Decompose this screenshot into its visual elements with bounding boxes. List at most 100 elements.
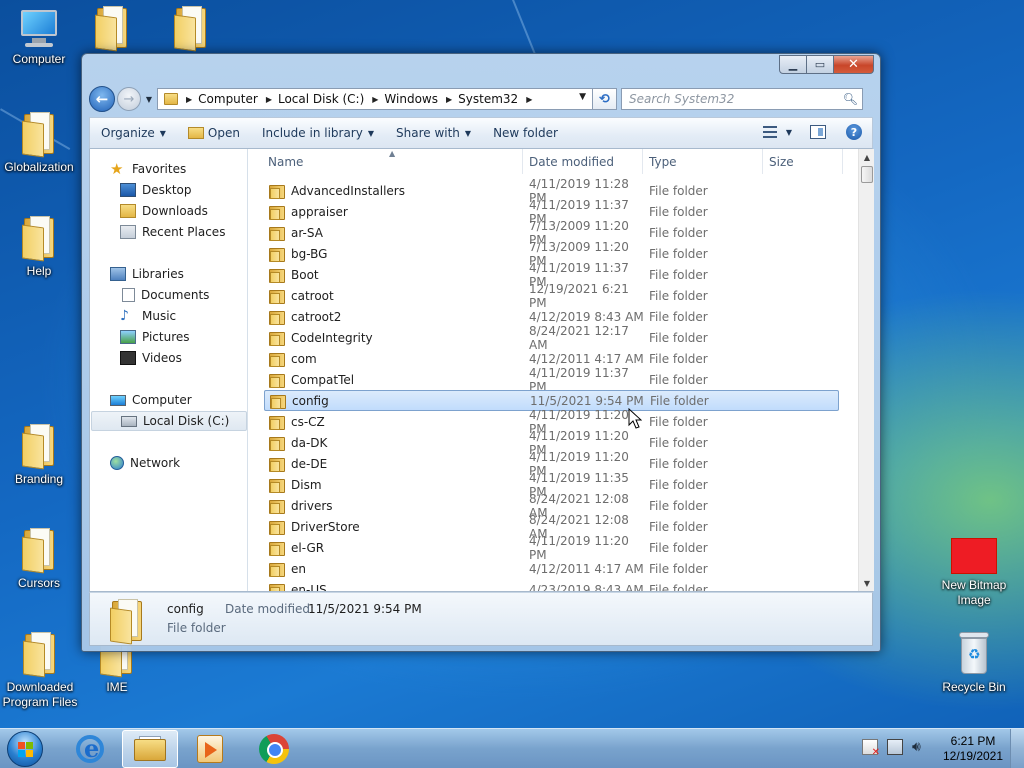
media-player-icon [197, 735, 223, 763]
include-in-library-button[interactable]: Include in library ▼ [262, 126, 374, 140]
desktop-icon-folder-1[interactable] [73, 6, 151, 54]
file-row[interactable]: el-GR 4/11/2019 11:20 PM File folder [264, 534, 839, 562]
recent-pages-dropdown[interactable]: ▼ [143, 95, 155, 104]
nav-local-disk[interactable]: Local Disk (C:) [91, 411, 247, 431]
chevron-right-icon: ▶ [526, 94, 533, 104]
back-button[interactable]: ← [89, 86, 115, 112]
breadcrumb-system32[interactable]: System32 ▶ [458, 92, 538, 106]
share-with-button[interactable]: Share with ▼ [396, 126, 471, 140]
breadcrumb-root[interactable]: ▶ [184, 95, 198, 104]
folder-icon [23, 632, 57, 678]
nav-network[interactable]: Network [90, 453, 248, 473]
taskbar-windows-explorer[interactable] [122, 730, 178, 768]
organize-button[interactable]: Organize ▼ [101, 126, 166, 140]
nav-desktop[interactable]: Desktop [90, 180, 248, 200]
breadcrumb-computer[interactable]: Computer ▶ [198, 92, 278, 106]
refresh-button[interactable]: ⟲ [593, 88, 617, 110]
vertical-scrollbar[interactable]: ▲ ▼ [858, 149, 874, 591]
file-type: File folder [649, 498, 708, 513]
column-header-size[interactable]: Size [763, 149, 843, 174]
desktop-icon-computer[interactable]: Computer [0, 8, 78, 67]
taskbar-chrome[interactable] [246, 730, 302, 768]
column-header-name[interactable]: Name ▲ [249, 149, 523, 174]
file-type: File folder [649, 435, 708, 450]
music-icon: ♪ [120, 308, 129, 324]
desktop-icon-recycle-bin[interactable]: Recycle Bin [935, 632, 1013, 695]
folder-icon [269, 226, 285, 241]
desktop-icon-label: Recycle Bin [942, 680, 1006, 694]
open-button[interactable]: Open [187, 126, 240, 140]
desktop-icon-branding[interactable]: Branding [0, 424, 78, 487]
help-icon[interactable]: ? [846, 124, 862, 140]
chevron-down-icon: ▼ [145, 94, 153, 104]
breadcrumb-windows[interactable]: Windows ▶ [384, 92, 458, 106]
file-name: com [291, 351, 317, 366]
organize-label: Organize [101, 126, 155, 140]
scroll-down-icon[interactable]: ▼ [859, 575, 875, 591]
minimize-button[interactable]: ▁ [779, 55, 807, 74]
nav-computer[interactable]: Computer [90, 390, 248, 410]
address-bar[interactable]: ▶ Computer ▶ Local Disk (C:) ▶ Windows ▶ Sy… [157, 88, 593, 110]
new-folder-button[interactable]: New folder [493, 126, 558, 140]
scroll-up-icon[interactable]: ▲ [859, 149, 875, 165]
nav-favorites[interactable]: ★ Favorites [90, 159, 248, 179]
nav-recent-places[interactable]: Recent Places [90, 222, 248, 242]
taskbar-internet-explorer[interactable] [62, 730, 118, 768]
folder-icon [269, 415, 285, 430]
nav-pictures[interactable]: Pictures [90, 327, 248, 347]
nav-documents[interactable]: Documents [90, 285, 248, 305]
desktop-icon-folder-2[interactable] [152, 6, 230, 54]
nav-libraries[interactable]: Libraries [90, 264, 248, 284]
file-type: File folder [649, 456, 708, 471]
open-label: Open [207, 126, 240, 140]
include-label: Include in library [261, 126, 363, 140]
folder-icon [269, 289, 285, 304]
nav-music[interactable]: ♪ Music [90, 306, 248, 326]
documents-icon [122, 288, 135, 302]
file-row[interactable]: CompatTel 4/11/2019 11:37 PM File folder [264, 366, 839, 394]
videos-icon [120, 351, 136, 365]
file-row[interactable]: CodeIntegrity 8/24/2021 12:17 AM File fold… [264, 324, 839, 352]
maximize-button[interactable]: ▭ [807, 55, 834, 74]
folder-icon [269, 310, 285, 325]
taskbar-media-player[interactable] [182, 730, 238, 768]
forward-button[interactable]: → [117, 87, 141, 111]
show-desktop-button[interactable] [1010, 729, 1024, 768]
column-header-type[interactable]: Type [643, 149, 763, 174]
nav-videos[interactable]: Videos [90, 348, 248, 368]
details-item-type: File folder [167, 621, 226, 635]
search-input[interactable]: Search System32 🔍︎ [621, 88, 863, 110]
nav-downloads[interactable]: Downloads [90, 201, 248, 221]
volume-icon[interactable]: 🔊︎ [912, 739, 928, 755]
desktop-icon-cursors[interactable]: Cursors [0, 528, 78, 591]
scrollbar-thumb[interactable] [861, 166, 873, 183]
file-row[interactable]: catroot 12/19/2021 6:21 PM File folder [264, 282, 839, 310]
file-type: File folder [649, 204, 708, 219]
action-center-icon[interactable] [862, 739, 880, 758]
content-area: ★ Favorites Desktop Downloads Recent Plac… [89, 149, 874, 592]
folder-icon [269, 247, 285, 262]
windows-logo-icon [18, 742, 34, 758]
more-options-icon[interactable]: ▼ [786, 128, 792, 137]
close-icon: ✕ [848, 57, 859, 72]
close-button[interactable]: ✕ [834, 55, 874, 74]
network-status-icon[interactable] [887, 739, 903, 755]
open-folder-icon [187, 127, 204, 139]
file-row[interactable]: en-US 4/23/2019 8:43 AM File folder [264, 579, 839, 591]
column-header-date[interactable]: Date modified [523, 149, 643, 174]
breadcrumb-local-disk[interactable]: Local Disk (C:) ▶ [278, 92, 384, 106]
desktop-icon-help[interactable]: Help [0, 216, 78, 279]
file-row[interactable]: en 4/12/2011 4:17 AM File folder [264, 558, 839, 579]
file-type: File folder [649, 540, 708, 555]
preview-pane-icon[interactable] [810, 125, 826, 139]
change-view-icon[interactable] [762, 126, 777, 138]
desktop-icon-new-bitmap-image[interactable]: New Bitmap Image [935, 538, 1013, 608]
start-button[interactable] [7, 731, 43, 767]
search-icon[interactable]: 🔍︎ [843, 92, 858, 106]
system-clock[interactable]: 6:21 PM 12/19/2021 [940, 734, 1006, 764]
desktop-icon-downloaded-program-files[interactable]: Downloaded Program Files [0, 632, 80, 710]
address-dropdown-icon[interactable]: ▼ [579, 92, 586, 102]
folder-icon [269, 562, 285, 577]
chrome-icon [259, 734, 289, 764]
desktop-icon-globalization[interactable]: Globalization [0, 112, 78, 175]
